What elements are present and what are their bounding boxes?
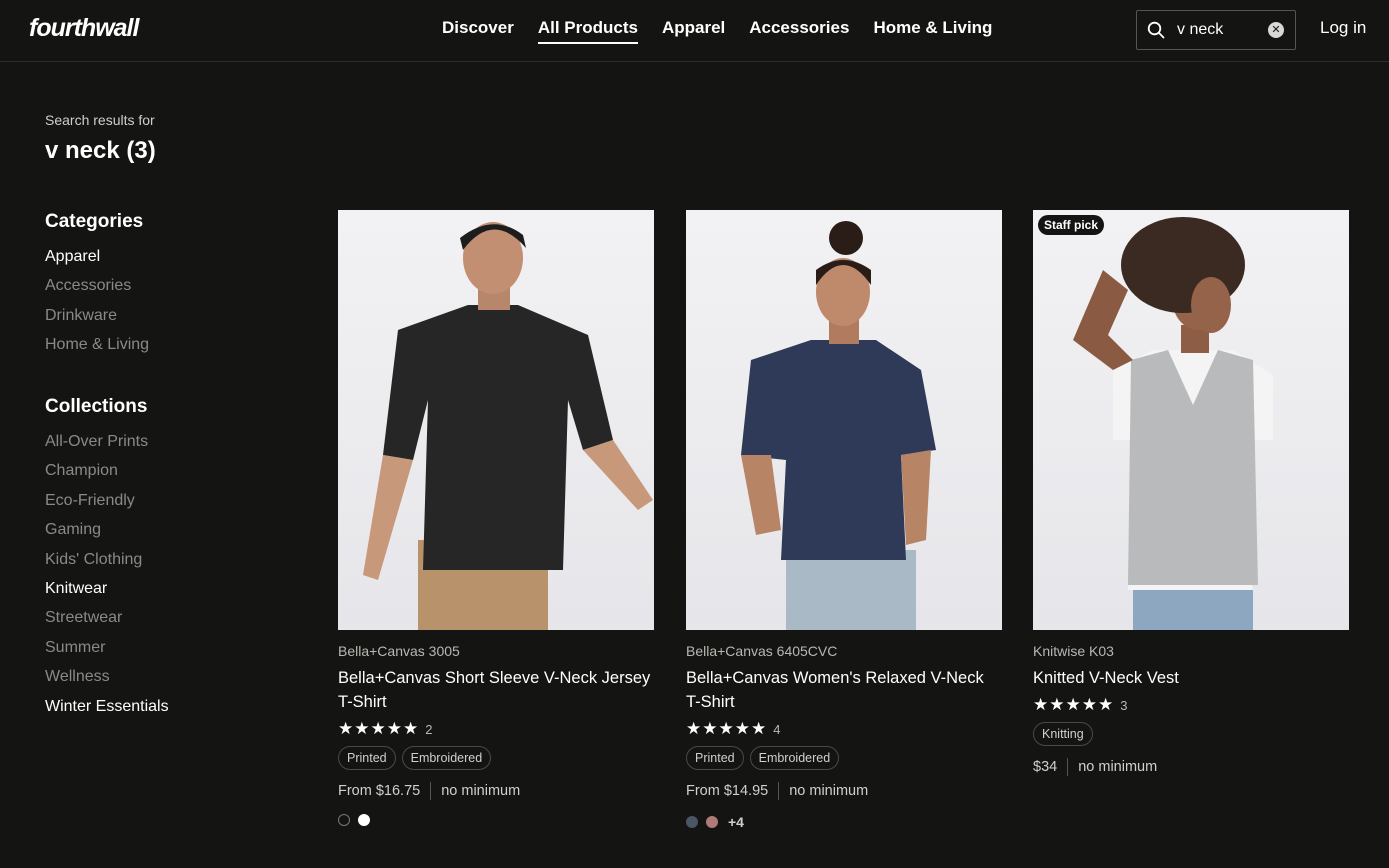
collection-knitwear[interactable]: Knitwear — [45, 579, 169, 608]
login-link[interactable]: Log in — [1320, 18, 1366, 38]
rating-count: 3 — [1120, 697, 1128, 713]
collection-eco-friendly[interactable]: Eco-Friendly — [45, 491, 169, 520]
price-row: $34 no minimum — [1033, 758, 1349, 776]
product-brand: Knitwise K03 — [1033, 643, 1114, 659]
product-brand: Bella+Canvas 6405CVC — [686, 643, 838, 659]
product-price: $34 — [1033, 759, 1058, 775]
price-row: From $16.75 no minimum — [338, 782, 654, 800]
product-minimum: no minimum — [441, 783, 521, 799]
categories-list: Apparel Accessories Drinkware Home & Liv… — [45, 247, 149, 365]
product-tags: Printed Embroidered — [338, 746, 654, 770]
product-tags: Knitting — [1033, 722, 1349, 746]
category-drinkware[interactable]: Drinkware — [45, 306, 149, 335]
collection-kids-clothing[interactable]: Kids' Clothing — [45, 550, 169, 579]
search-results-query: v neck (3) — [45, 137, 156, 164]
staff-pick-badge: Staff pick — [1038, 215, 1105, 235]
product-title[interactable]: Bella+Canvas Women's Relaxed V-Neck T-Sh… — [686, 666, 1002, 714]
product-image[interactable] — [338, 210, 654, 630]
product-tags: Printed Embroidered — [686, 746, 1002, 770]
product-image[interactable] — [686, 210, 1002, 630]
collection-gaming[interactable]: Gaming — [45, 520, 169, 549]
collection-winter-essentials[interactable]: Winter Essentials — [45, 697, 169, 726]
product-card[interactable]: Bella+Canvas 6405CVC Bella+Canvas Women'… — [686, 210, 1002, 830]
tag-knitting: Knitting — [1033, 722, 1093, 746]
model-navy-tshirt-illustration — [741, 221, 936, 630]
star-icon: ★★★★★ — [1033, 695, 1115, 714]
collection-streetwear[interactable]: Streetwear — [45, 608, 169, 637]
search-results-label: Search results for — [45, 112, 155, 128]
clear-search-icon[interactable]: ✕ — [1268, 22, 1284, 38]
search-input[interactable] — [1177, 19, 1257, 41]
product-card[interactable]: Staff pick Knitwise K03 Knitted V-Neck V… — [1033, 210, 1349, 776]
collection-all-over-prints[interactable]: All-Over Prints — [45, 432, 169, 461]
product-minimum: no minimum — [1078, 759, 1158, 775]
categories-heading: Categories — [45, 211, 144, 232]
color-swatches: +4 — [686, 814, 1002, 830]
model-black-tshirt-illustration — [363, 222, 653, 630]
more-colors[interactable]: +4 — [728, 814, 744, 830]
category-apparel[interactable]: Apparel — [45, 247, 149, 276]
collection-champion[interactable]: Champion — [45, 461, 169, 490]
model-knit-vest-illustration — [1073, 217, 1273, 630]
search-icon[interactable] — [1147, 21, 1165, 39]
category-accessories[interactable]: Accessories — [45, 276, 149, 305]
product-image[interactable]: Staff pick — [1033, 210, 1349, 630]
collection-wellness[interactable]: Wellness — [45, 667, 169, 696]
product-title[interactable]: Bella+Canvas Short Sleeve V-Neck Jersey … — [338, 666, 654, 714]
color-swatch-black[interactable] — [338, 814, 350, 826]
divider — [778, 782, 780, 800]
tag-printed: Printed — [686, 746, 744, 770]
color-swatch-slate[interactable] — [686, 816, 698, 828]
collection-summer[interactable]: Summer — [45, 638, 169, 667]
product-rating: ★★★★★ 4 — [686, 719, 1002, 739]
product-price: From $16.75 — [338, 783, 421, 799]
nav-home-living[interactable]: Home & Living — [873, 18, 992, 44]
product-title[interactable]: Knitted V-Neck Vest — [1033, 666, 1349, 690]
main-nav: Discover All Products Apparel Accessorie… — [442, 18, 992, 44]
nav-accessories[interactable]: Accessories — [749, 18, 849, 44]
tag-embroidered: Embroidered — [749, 746, 840, 770]
color-swatches — [338, 814, 654, 826]
nav-discover[interactable]: Discover — [442, 18, 514, 44]
product-rating: ★★★★★ 2 — [338, 719, 654, 739]
rating-count: 4 — [773, 721, 781, 737]
divider — [1067, 758, 1069, 776]
product-minimum: no minimum — [789, 783, 869, 799]
color-swatch-white[interactable] — [358, 814, 370, 826]
star-icon: ★★★★★ — [686, 719, 768, 738]
tag-printed: Printed — [338, 746, 396, 770]
price-row: From $14.95 no minimum — [686, 782, 1002, 800]
product-price: From $14.95 — [686, 783, 769, 799]
star-icon: ★★★★★ — [338, 719, 420, 738]
divider — [430, 782, 432, 800]
nav-all-products[interactable]: All Products — [537, 18, 638, 44]
color-swatch-mauve[interactable] — [706, 816, 718, 828]
site-header: fourthwall Discover All Products Apparel… — [0, 0, 1389, 62]
fourthwall-logo[interactable]: fourthwall — [29, 14, 139, 43]
nav-apparel[interactable]: Apparel — [662, 18, 725, 44]
product-brand: Bella+Canvas 3005 — [338, 643, 460, 659]
category-home-living[interactable]: Home & Living — [45, 335, 149, 364]
collections-list: All-Over Prints Champion Eco-Friendly Ga… — [45, 432, 169, 726]
rating-count: 2 — [425, 721, 433, 737]
collections-heading: Collections — [45, 396, 148, 417]
product-card[interactable]: Bella+Canvas 3005 Bella+Canvas Short Sle… — [338, 210, 654, 826]
search-box[interactable]: ✕ — [1136, 10, 1296, 50]
product-rating: ★★★★★ 3 — [1033, 695, 1349, 715]
tag-embroidered: Embroidered — [401, 746, 492, 770]
